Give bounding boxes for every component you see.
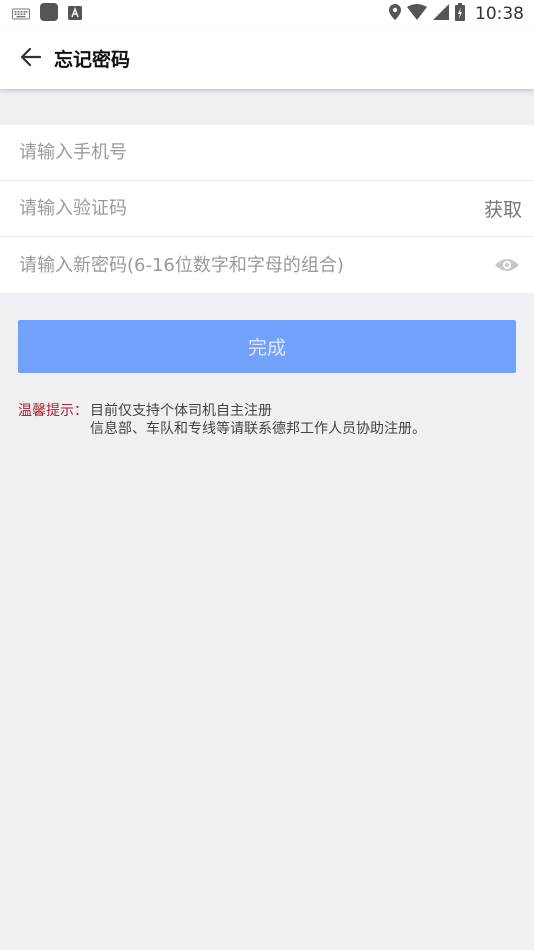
- eye-icon[interactable]: [492, 253, 522, 277]
- status-time: 10:38: [475, 4, 524, 24]
- tip-line-2: 信息部、车队和专线等请联系德邦工作人员协助注册。: [90, 421, 426, 437]
- submit-button[interactable]: 完成: [18, 320, 516, 373]
- signal-icon: [433, 4, 449, 24]
- app-notification-icon: [40, 3, 58, 25]
- new-password-input[interactable]: [19, 245, 492, 285]
- wifi-icon: [407, 4, 427, 24]
- location-icon: [389, 4, 401, 24]
- phone-row: [0, 125, 534, 181]
- verification-code-input[interactable]: [19, 188, 474, 229]
- code-row: 获取: [0, 181, 534, 237]
- tip-line-1: 目前仅支持个体司机自主注册: [90, 403, 272, 419]
- tips: 温馨提示： 目前仅支持个体司机自主注册 信息部、车队和专线等请联系德邦工作人员协…: [18, 402, 518, 438]
- font-notification-icon: [68, 5, 82, 24]
- tip-lines: 目前仅支持个体司机自主注册 信息部、车队和专线等请联系德邦工作人员协助注册。: [90, 402, 426, 438]
- page-title: 忘记密码: [54, 49, 131, 71]
- password-row: [0, 237, 534, 293]
- get-code-button[interactable]: 获取: [474, 195, 522, 222]
- forgot-password-screen: 10:38 忘记密码 获取: [0, 0, 534, 950]
- phone-input[interactable]: [19, 132, 522, 173]
- back-button[interactable]: [16, 44, 46, 74]
- arrow-left-icon: [20, 46, 42, 72]
- battery-icon: [455, 3, 465, 25]
- app-bar: 忘记密码: [0, 28, 534, 89]
- reset-form: 获取: [0, 125, 534, 293]
- keyboard-icon: [12, 5, 30, 24]
- status-bar: 10:38: [0, 0, 534, 28]
- tip-label: 温馨提示：: [18, 403, 88, 419]
